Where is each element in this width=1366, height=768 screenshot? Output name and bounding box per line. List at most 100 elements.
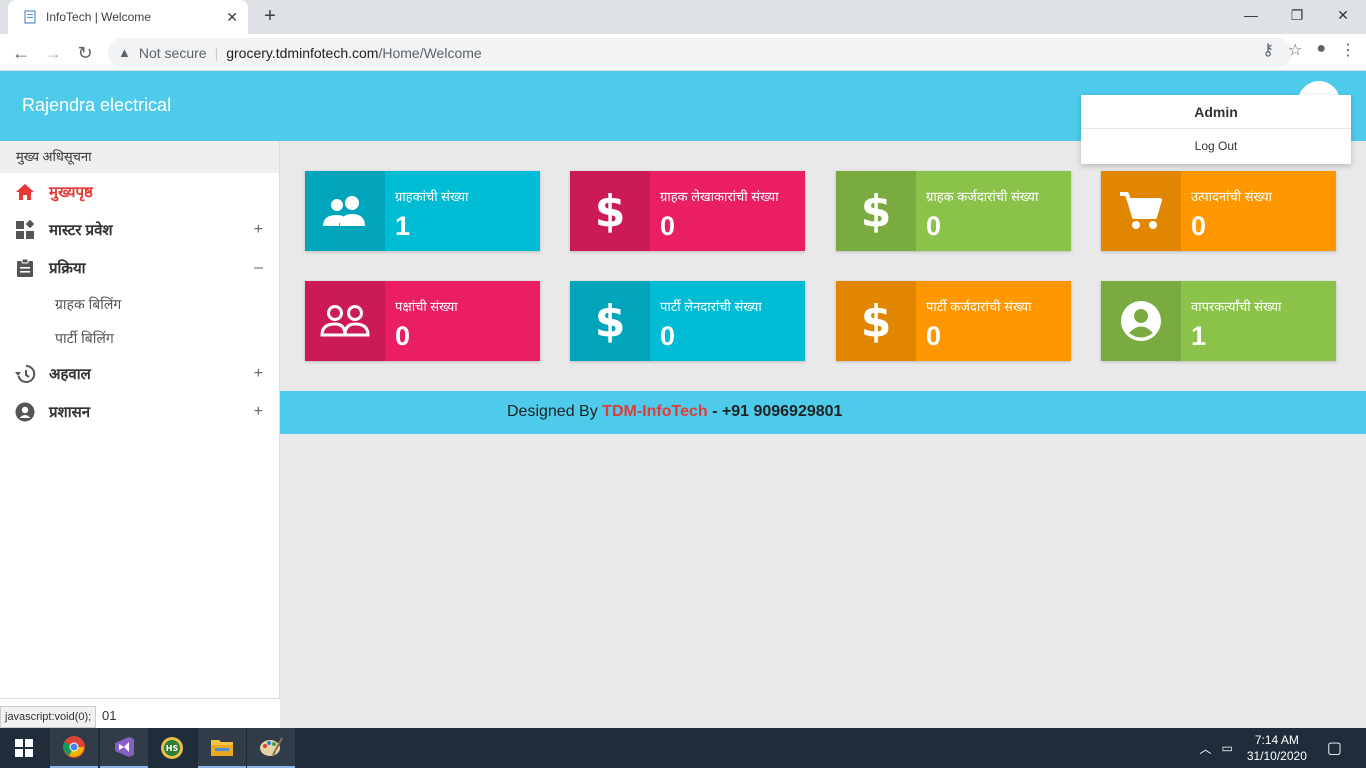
card-label: पार्टी कर्जदारांची संख्या — [926, 299, 1032, 314]
card-value: 0 — [926, 211, 942, 241]
card-value: 1 — [1191, 321, 1207, 351]
clock-time: 7:14 AM — [1254, 733, 1299, 747]
taskbar-clock[interactable]: 7:14 AM 31/10/2020 — [1247, 732, 1307, 764]
visual-studio-taskbar-icon[interactable] — [100, 728, 148, 768]
notification-icon[interactable]: ▢ — [1327, 738, 1342, 758]
card-value: 0 — [660, 211, 676, 241]
close-window-icon[interactable]: ✕ — [1320, 0, 1366, 30]
footer-brand-link[interactable]: TDM-InfoTech — [602, 403, 707, 420]
dollar-icon: $ — [836, 171, 916, 251]
dollar-icon: $ — [570, 171, 650, 251]
stat-card-party-debtors[interactable]: $ पार्टी कर्जदारांची संख्या 0 — [836, 281, 1071, 361]
taskbar: HS ︿ ▭ 7:14 AM 31/10/2020 ▢ — [0, 728, 1366, 768]
tray-chevron-icon[interactable]: ︿ — [1199, 740, 1211, 757]
sidebar-item-master-entry[interactable]: मास्टर प्रवेश + — [0, 211, 279, 249]
windows-start-icon[interactable] — [0, 728, 48, 768]
reload-icon[interactable]: ↻ — [72, 40, 98, 66]
card-label: पार्टी लेनदारांची संख्या — [660, 299, 762, 314]
battery-icon[interactable]: ▭ — [1221, 741, 1232, 755]
status-tooltip: javascript:void(0); — [0, 706, 97, 728]
user-name: Admin — [1081, 95, 1351, 129]
browser-actions: ⚷ ☆ ● ⋮ — [1262, 40, 1356, 60]
sidebar-item-label: प्रक्रिया — [49, 260, 86, 277]
menu-dots-icon[interactable]: ⋮ — [1340, 40, 1356, 60]
url-separator: | — [214, 44, 219, 61]
sidebar: मुख्य अधिसूचना मुख्यपृष्ठ मास्टर प्रवेश … — [0, 141, 280, 728]
expand-icon[interactable]: + — [254, 221, 263, 239]
sidebar-subitem-customer-billing[interactable]: ग्राहक बिलिंग — [0, 287, 279, 321]
sidebar-item-label: मुख्यपृष्ठ — [49, 184, 93, 201]
page-favicon-icon — [22, 9, 38, 25]
card-value: 0 — [926, 321, 942, 351]
address-bar: ← → ↻ ▲ Not secure | grocery.tdminfotech… — [0, 34, 1366, 71]
collapse-icon[interactable]: – — [254, 259, 263, 277]
account-circle-icon — [1101, 281, 1181, 361]
browser-tab[interactable]: InfoTech | Welcome ✕ — [8, 0, 248, 34]
card-label: ग्राहक लेखाकारांची संख्या — [660, 189, 779, 204]
stat-card-customers[interactable]: ग्राहकांची संख्या 1 — [305, 171, 540, 251]
card-value: 0 — [1191, 211, 1207, 241]
dashboard-icon — [14, 219, 36, 241]
url-path: /Home/Welcome — [378, 44, 482, 61]
sidebar-item-label: प्रशासन — [49, 404, 91, 421]
stat-card-parties[interactable]: पक्षांची संख्या 0 — [305, 281, 540, 361]
new-tab-button[interactable]: + — [258, 4, 282, 28]
sidebar-subitem-party-billing[interactable]: पार्टी बिलिंग — [0, 321, 279, 355]
browser-tabbar: InfoTech | Welcome ✕ + — ❐ ✕ — [0, 0, 1366, 34]
security-label[interactable]: Not secure — [139, 45, 207, 61]
back-icon[interactable]: ← — [8, 40, 34, 66]
url-domain: grocery.tdminfotech.com — [226, 44, 379, 61]
card-value: 1 — [395, 211, 411, 241]
window-controls: — ❐ ✕ — [1228, 0, 1366, 34]
warning-icon[interactable]: ▲ — [118, 45, 131, 60]
minimize-icon[interactable]: — — [1228, 0, 1274, 30]
card-label: वापरकर्त्यांची संख्या — [1191, 299, 1282, 314]
paint-taskbar-icon[interactable] — [247, 728, 295, 768]
sidebar-heading: मुख्य अधिसूचना — [0, 141, 279, 173]
profile-icon[interactable]: ● — [1316, 40, 1326, 60]
app-brand[interactable]: Rajendra electrical — [22, 95, 171, 116]
sidebar-item-admin[interactable]: प्रशासन + — [0, 393, 279, 431]
home-icon — [14, 181, 36, 203]
history-icon — [14, 363, 36, 385]
user-dropdown: Admin Log Out — [1081, 95, 1351, 164]
hs-app-taskbar-icon[interactable]: HS — [148, 728, 196, 768]
stat-card-party-creditors[interactable]: $ पार्टी लेनदारांची संख्या 0 — [570, 281, 805, 361]
expand-icon[interactable]: + — [254, 365, 263, 383]
file-explorer-taskbar-icon[interactable] — [198, 728, 246, 768]
card-label: ग्राहक कर्जदारांची संख्या — [926, 189, 1039, 204]
card-label: पक्षांची संख्या — [395, 299, 458, 314]
chrome-taskbar-icon[interactable] — [50, 728, 98, 768]
sidebar-item-process[interactable]: प्रक्रिया – — [0, 249, 279, 287]
sidebar-item-label: मास्टर प्रवेश — [49, 222, 113, 239]
cart-icon — [1101, 171, 1181, 251]
stat-card-products[interactable]: उत्पादनांची संख्या 0 — [1101, 171, 1336, 251]
people-outline-icon — [305, 281, 385, 361]
clipboard-icon — [14, 257, 36, 279]
footer-text: Designed By TDM-InfoTech - +91 909692980… — [507, 403, 842, 421]
restore-icon[interactable]: ❐ — [1274, 0, 1320, 30]
footer-phone: - +91 9096929801 — [712, 403, 843, 420]
key-icon[interactable]: ⚷ — [1262, 40, 1274, 60]
stat-card-customer-accountants[interactable]: $ ग्राहक लेखाकारांची संख्या 0 — [570, 171, 805, 251]
forward-icon[interactable]: → — [40, 40, 66, 66]
sidebar-footer-text: 01 — [102, 708, 117, 723]
sidebar-item-reports[interactable]: अहवाल + — [0, 355, 279, 393]
expand-icon[interactable]: + — [254, 403, 263, 421]
tab-title: InfoTech | Welcome — [46, 10, 151, 24]
clock-date: 31/10/2020 — [1246, 749, 1307, 763]
card-value: 0 — [395, 321, 411, 351]
star-icon[interactable]: ☆ — [1288, 40, 1302, 60]
url-field[interactable]: ▲ Not secure | grocery.tdminfotech.com/H… — [108, 38, 1292, 67]
logout-link[interactable]: Log Out — [1081, 129, 1351, 163]
sidebar-item-label: अहवाल — [49, 366, 91, 383]
stat-card-users[interactable]: वापरकर्त्यांची संख्या 1 — [1101, 281, 1336, 361]
system-tray: ︿ ▭ 7:14 AM 31/10/2020 ▢ — [1199, 728, 1366, 768]
account-icon — [14, 401, 36, 423]
svg-text:HS: HS — [166, 744, 179, 753]
sidebar-item-home[interactable]: मुख्यपृष्ठ — [0, 173, 279, 211]
stat-card-customer-debtors[interactable]: $ ग्राहक कर्जदारांची संख्या 0 — [836, 171, 1071, 251]
dollar-icon: $ — [836, 281, 916, 361]
group-icon — [305, 171, 385, 251]
tab-close-icon[interactable]: ✕ — [226, 9, 238, 26]
